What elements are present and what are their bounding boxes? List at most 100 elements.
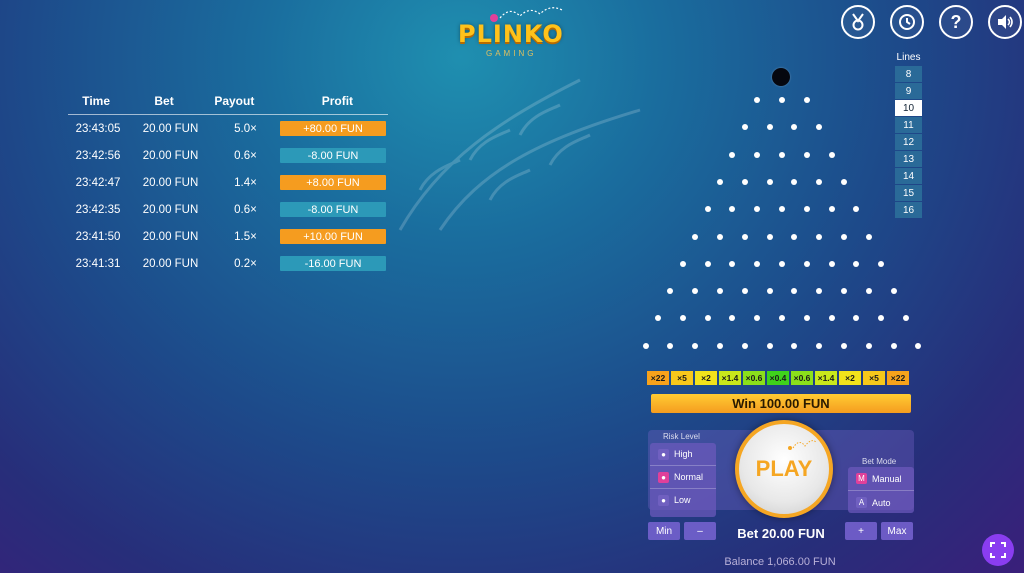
peg xyxy=(779,151,785,158)
peg xyxy=(729,315,736,322)
peg xyxy=(766,233,773,240)
cell-time: 23:43:05 xyxy=(75,122,121,135)
fullscreen-icon[interactable] xyxy=(982,534,1014,566)
max-bet-button[interactable]: Max xyxy=(881,522,913,540)
lines-option-10[interactable]: 10 xyxy=(895,100,922,116)
cell-profit: +8.00 FUN xyxy=(278,175,386,190)
sound-icon[interactable] xyxy=(988,5,1022,39)
history-clock-icon[interactable] xyxy=(890,5,924,39)
bet-mode-manual[interactable]: M Manual xyxy=(848,467,914,491)
risk-level-label: Risk Level xyxy=(663,432,700,441)
bet-history-table: Time Bet Payout Profit 23:43:05 20.00 FUN… xyxy=(68,94,388,277)
peg xyxy=(754,97,761,103)
peg xyxy=(890,342,897,349)
peg xyxy=(841,233,847,240)
profit-pill: -8.00 FUN xyxy=(280,202,386,217)
lines-option-8[interactable]: 8 xyxy=(895,66,922,82)
peg xyxy=(890,288,897,295)
logo-subtitle: GAMING xyxy=(486,49,537,58)
profit-pill: -8.00 FUN xyxy=(280,148,386,163)
medal-icon[interactable] xyxy=(841,5,875,39)
lines-selector: Lines 8 9 10 11 12 13 14 15 16 xyxy=(895,52,922,219)
peg xyxy=(841,342,847,349)
fire-icon: ● xyxy=(658,448,669,460)
bet-mode-label-text: Manual xyxy=(872,473,902,484)
peg xyxy=(679,260,686,267)
peg xyxy=(791,233,798,240)
peg xyxy=(779,97,785,103)
peg xyxy=(704,315,711,322)
cell-payout: 1.4× xyxy=(234,176,257,189)
table-header: Time Bet Payout Profit xyxy=(68,94,388,115)
lines-option-11[interactable]: 11 xyxy=(895,117,922,133)
bet-mode-label: Bet Mode xyxy=(862,457,897,466)
lines-option-16[interactable]: 16 xyxy=(895,202,922,218)
risk-option-low[interactable]: ● Low xyxy=(650,489,716,511)
table-row: 23:42:56 20.00 FUN 0.6× -8.00 FUN xyxy=(68,142,388,169)
peg xyxy=(803,151,810,158)
cell-time: 23:41:50 xyxy=(75,230,121,243)
increase-bet-button[interactable]: + xyxy=(845,522,877,540)
risk-option-high[interactable]: ● High xyxy=(650,443,716,466)
cell-payout: 0.6× xyxy=(234,203,257,216)
risk-option-label: High xyxy=(674,449,693,459)
multiplier-slot: ×2 xyxy=(839,371,861,385)
table-row: 23:43:05 20.00 FUN 5.0× +80.00 FUN xyxy=(68,115,388,142)
peg xyxy=(717,342,723,349)
profit-pill: +10.00 FUN xyxy=(280,229,386,244)
plinko-logo: PLINKO GAMING xyxy=(458,7,568,60)
table-body: 23:43:05 20.00 FUN 5.0× +80.00 FUN 23:42:56 2… xyxy=(68,115,388,277)
cell-profit: -8.00 FUN xyxy=(278,148,386,163)
risk-option-label: Low xyxy=(674,495,691,505)
cell-bet: 20.00 FUN xyxy=(142,122,199,135)
header-bet: Bet xyxy=(154,94,174,108)
multiplier-slot: ×0.6 xyxy=(743,371,765,385)
lines-option-15[interactable]: 15 xyxy=(895,185,922,201)
lines-option-14[interactable]: 14 xyxy=(895,168,922,184)
peg xyxy=(655,315,661,322)
cell-bet: 20.00 FUN xyxy=(142,203,199,216)
lines-option-13[interactable]: 13 xyxy=(895,151,922,167)
peg xyxy=(766,342,773,349)
decrease-bet-button[interactable]: – xyxy=(684,522,716,540)
peg xyxy=(915,342,922,349)
help-icon[interactable]: ? xyxy=(939,5,973,39)
header-profit: Profit xyxy=(321,94,354,108)
table-row: 23:42:47 20.00 FUN 1.4× +8.00 FUN xyxy=(68,169,388,196)
peg xyxy=(791,178,798,185)
peg xyxy=(816,288,823,295)
play-label: PLAY xyxy=(755,456,813,481)
peg xyxy=(865,288,872,295)
peg xyxy=(803,315,810,322)
peg xyxy=(878,315,885,322)
peg xyxy=(717,288,723,295)
cell-time: 23:42:56 xyxy=(75,149,121,162)
peg xyxy=(754,151,761,158)
table-row: 23:42:35 20.00 FUN 0.6× -8.00 FUN xyxy=(68,196,388,223)
cell-bet: 20.00 FUN xyxy=(142,230,199,243)
peg xyxy=(816,342,823,349)
cell-profit: -16.00 FUN xyxy=(278,256,386,271)
peg xyxy=(741,233,748,240)
multiplier-slot: ×5 xyxy=(863,371,885,385)
lines-option-12[interactable]: 12 xyxy=(895,134,922,150)
fern-decoration xyxy=(398,78,641,231)
peg xyxy=(692,288,699,295)
peg xyxy=(667,342,674,349)
peg xyxy=(741,124,748,131)
risk-option-label: Normal xyxy=(674,472,704,482)
peg xyxy=(754,315,761,322)
peg xyxy=(803,206,810,213)
bet-mode-letter-icon: A xyxy=(856,497,867,508)
lines-option-9[interactable]: 9 xyxy=(895,83,922,99)
peg xyxy=(704,260,711,267)
play-arc-icon xyxy=(788,440,817,450)
multiplier-slot: ×0.4 xyxy=(767,371,789,385)
min-bet-button[interactable]: Min xyxy=(648,522,680,540)
peg xyxy=(841,288,847,295)
risk-option-normal[interactable]: ● Normal xyxy=(650,466,716,489)
bet-mode-auto[interactable]: A Auto xyxy=(848,491,914,514)
peg xyxy=(853,206,860,213)
play-button[interactable]: PLAY xyxy=(735,420,833,518)
cell-payout: 0.2× xyxy=(234,257,257,270)
